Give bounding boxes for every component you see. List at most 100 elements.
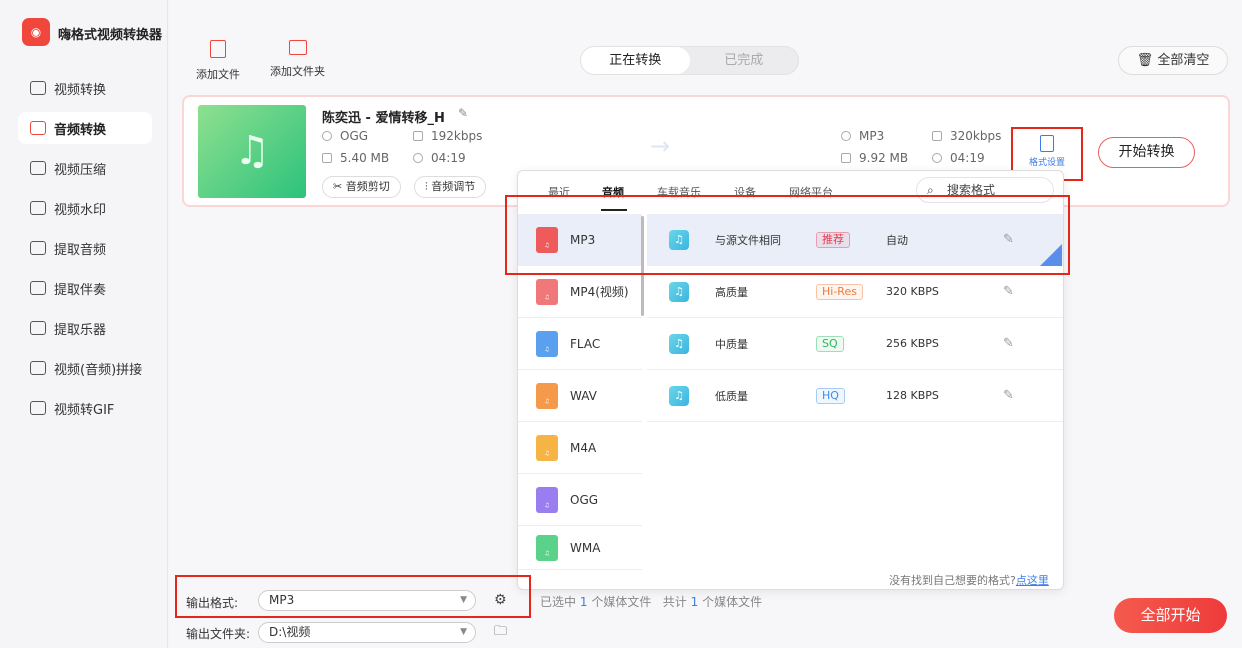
edit-name-icon[interactable]: ✎ [458,106,468,120]
format-icon [322,131,332,141]
quality-badge: SQ [816,335,844,352]
sidebar-item-8[interactable]: 视频转GIF [18,392,152,424]
open-folder-icon[interactable]: 🗀 [494,622,507,644]
output-format-select[interactable]: MP3 ▼ [258,590,476,611]
music-note-icon: ♫ [669,333,689,354]
sidebar-item-0[interactable]: 视频转换 [18,72,152,104]
start-all-button[interactable]: 全部开始 [1114,598,1227,633]
output-folder-value: D:\视频 [269,625,311,639]
format-icon [841,131,851,141]
start-convert-button[interactable]: 开始转换 [1098,137,1195,168]
dst-size: 9.92 MB [859,151,909,165]
selection-summary: 已选中 1 个媒体文件 共计 1 个媒体文件 [540,593,762,610]
format-item[interactable]: ♫ M4A [518,422,642,474]
quality-row[interactable]: ♫ 低质量 HQ 128 KBPS ✎ [647,370,1063,422]
sidebar-item-icon [30,321,46,335]
clock-icon [413,153,423,163]
format-label: FLAC [570,336,601,351]
output-folder-label: 输出文件夹: [186,627,251,641]
format-settings-icon [1040,135,1054,152]
clear-all-label: 全部清空 [1157,53,1210,68]
add-file-button[interactable]: 添加文件 [196,40,240,82]
file-name: 陈奕迅 - 爱情转移_H [322,111,445,126]
quality-value: 128 KBPS [886,389,939,402]
not-found-label: 没有找到自己想要的格式? [889,574,1016,587]
sidebar-item-label: 提取音频 [54,242,107,258]
output-settings-gear-icon[interactable]: ⚙ [494,592,507,608]
clock-icon [932,153,942,163]
add-folder-label: 添加文件夹 [270,65,325,78]
sidebar-item-icon [30,361,46,375]
output-format-label: 输出格式: [186,596,239,610]
total-post: 个媒体文件 [702,595,763,609]
sidebar-item-label: 视频水印 [54,202,107,218]
format-item[interactable]: ♫ FLAC [518,318,642,370]
format-file-icon: ♫ [536,278,558,305]
sidebar-item-icon [30,161,46,175]
format-label: M4A [570,440,597,455]
sidebar-item-6[interactable]: 提取乐器 [18,312,152,344]
sidebar-item-3[interactable]: 视频水印 [18,192,152,224]
format-file-icon: ♫ [536,382,558,409]
edit-icon[interactable]: ✎ [1003,284,1014,299]
format-file-icon: ♫ [536,486,558,513]
quality-badge: Hi-Res [816,283,863,300]
format-label: OGG [570,492,599,507]
format-file-icon: ♫ [536,534,558,561]
format-label: WAV [570,388,597,403]
output-format-value: MP3 [269,593,295,607]
quality-name: 低质量 [715,389,748,403]
format-file-icon: ♫ [536,330,558,357]
size-icon [322,153,332,163]
selected-count: 1 [579,595,588,609]
add-file-label: 添加文件 [196,68,240,81]
audio-cut-button[interactable]: ✂ 音频剪切 [322,176,401,198]
edit-icon[interactable]: ✎ [1003,388,1014,403]
music-note-icon: ♫ [669,385,689,406]
sidebar-item-label: 视频(音频)拼接 [54,362,143,378]
sidebar-item-icon [30,401,46,415]
status-tabs: 正在转换 已完成 [580,46,799,75]
sidebar-item-icon [30,201,46,215]
format-item[interactable]: ♫ OGG [518,474,642,526]
quality-value: 256 KBPS [886,337,939,350]
total-pre: 共计 [662,595,687,609]
highlight-box [505,195,1070,275]
music-note-icon: ♫ [669,281,689,302]
sidebar-item-2[interactable]: 视频压缩 [18,152,152,184]
add-folder-button[interactable]: 添加文件夹 [270,40,325,79]
sidebar-item-4[interactable]: 提取音频 [18,232,152,264]
output-folder-select[interactable]: D:\视频 ▼ [258,622,476,643]
click-here-link[interactable]: 点这里 [1016,574,1049,587]
tab-done[interactable]: 已完成 [690,47,799,74]
sidebar-item-5[interactable]: 提取伴奏 [18,272,152,304]
tab-converting[interactable]: 正在转换 [581,47,690,74]
dst-format: MP3 [859,129,885,143]
selected-pre: 已选中 [540,595,577,609]
sidebar-item-1[interactable]: 音频转换 [18,112,152,144]
sidebar-item-7[interactable]: 视频(音频)拼接 [18,352,152,384]
format-item[interactable]: ♫ WAV [518,370,642,422]
sidebar-item-label: 视频转GIF [54,402,115,418]
chevron-down-icon: ▼ [460,595,467,605]
chevron-down-icon: ▼ [460,627,467,637]
sidebar-item-label: 提取乐器 [54,322,107,338]
quality-value: 320 KBPS [886,285,939,298]
bitrate-icon [932,131,942,141]
sidebar-item-label: 音频转换 [54,122,107,138]
trash-icon: 🗑 [1136,53,1154,68]
quality-name: 高质量 [715,285,748,299]
format-item[interactable]: ♫ WMA [518,526,642,570]
edit-icon[interactable]: ✎ [1003,336,1014,351]
clear-all-button[interactable]: 🗑 全部清空 [1118,46,1228,75]
size-icon [841,153,851,163]
quality-name: 中质量 [715,337,748,351]
sidebar-item-icon [30,241,46,255]
quality-row[interactable]: ♫ 中质量 SQ 256 KBPS ✎ [647,318,1063,370]
add-file-icon [210,40,226,58]
sidebar-item-icon [30,81,46,95]
audio-adjust-button[interactable]: ⫶ 音频调节 [414,176,487,198]
music-thumbnail-icon: ♫ [198,105,306,198]
format-label: WMA [570,540,601,555]
src-format: OGG [340,129,369,143]
